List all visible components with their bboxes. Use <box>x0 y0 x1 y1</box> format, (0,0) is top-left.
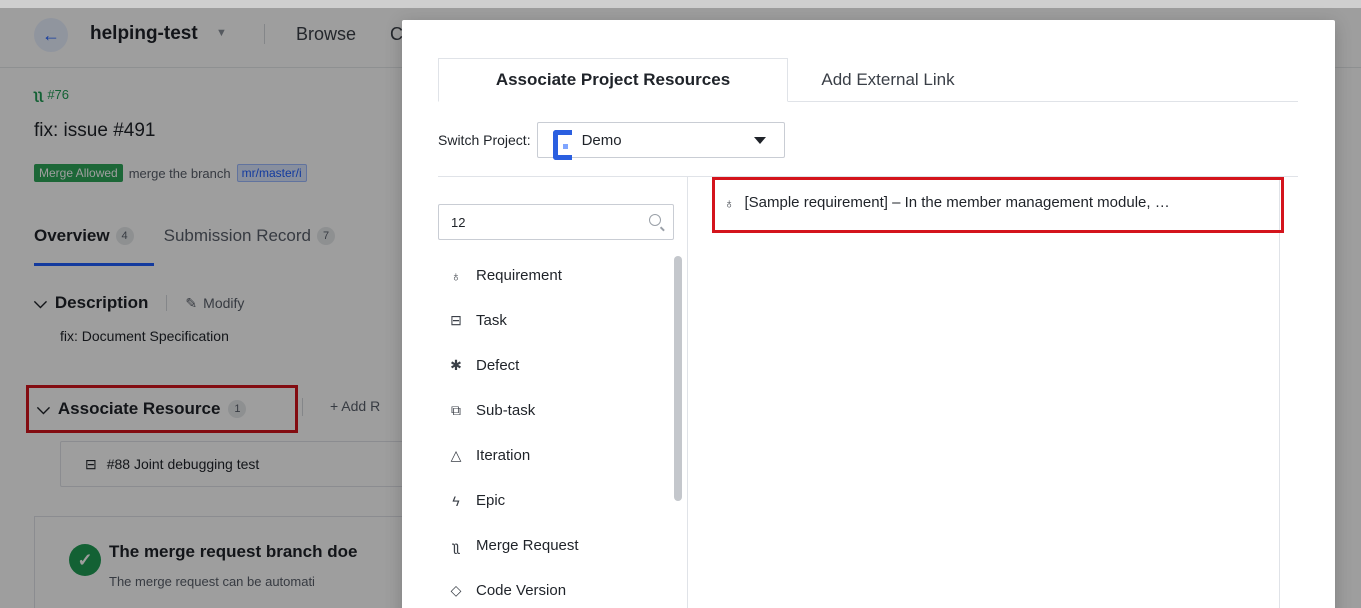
epic-icon: ϟ <box>452 492 460 509</box>
category-label: Code Version <box>476 582 567 599</box>
category-label: Merge Request <box>476 537 579 554</box>
project-select[interactable]: Demo <box>536 122 785 160</box>
bug-icon: ✱ <box>450 357 462 373</box>
search-value: 12 <box>451 214 466 230</box>
merge-request-icon: ʅʅ <box>452 537 460 554</box>
top-strip <box>0 0 1361 8</box>
switch-project-label: Switch Project: <box>438 132 531 148</box>
category-epic[interactable]: ϟ Epic <box>438 478 674 523</box>
task-icon: ⊟ <box>450 312 462 328</box>
category-label: Sub-task <box>476 402 536 419</box>
category-code-version[interactable]: ◇ Code Version <box>438 568 674 608</box>
subtask-icon: ⧉ <box>451 402 461 418</box>
dialog-body: 12 ♁ Requirement ⊟ Task ✱ Defect ⧉ Sub-t… <box>438 176 1298 608</box>
category-label: Requirement <box>476 267 562 284</box>
search-icon <box>649 214 661 226</box>
associate-resources-dialog: Associate Project Resources Add External… <box>402 20 1335 608</box>
tab-associate-project-resources[interactable]: Associate Project Resources <box>438 58 788 102</box>
dialog-tabs: Associate Project Resources Add External… <box>438 58 1298 102</box>
category-scrollbar[interactable] <box>674 253 682 608</box>
bulb-icon: ♁ <box>450 267 462 284</box>
project-logo-icon <box>550 129 572 160</box>
category-defect[interactable]: ✱ Defect <box>438 343 674 388</box>
category-pane: 12 ♁ Requirement ⊟ Task ✱ Defect ⧉ Sub-t… <box>438 177 688 608</box>
tag-icon: ◇ <box>450 582 462 598</box>
selected-project: Demo <box>581 131 622 149</box>
category-sub-task[interactable]: ⧉ Sub-task <box>438 388 674 433</box>
category-label: Epic <box>476 492 506 509</box>
category-task[interactable]: ⊟ Task <box>438 298 674 343</box>
result-item-text: [Sample requirement] – In the member man… <box>744 194 1170 211</box>
category-merge-request[interactable]: ʅʅ Merge Request <box>438 523 674 568</box>
bulb-icon: ♁ <box>724 194 735 211</box>
category-label: Iteration <box>476 447 531 464</box>
caret-down-icon <box>753 137 766 144</box>
search-input[interactable]: 12 <box>438 204 674 240</box>
category-label: Defect <box>476 357 520 374</box>
category-list: ♁ Requirement ⊟ Task ✱ Defect ⧉ Sub-task… <box>438 253 674 608</box>
scrollbar-thumb[interactable] <box>674 256 682 501</box>
category-requirement[interactable]: ♁ Requirement <box>438 253 674 298</box>
result-item[interactable]: ♁ [Sample requirement] – In the member m… <box>724 194 1170 211</box>
tab-add-external-link[interactable]: Add External Link <box>788 58 988 102</box>
switch-project-row: Switch Project: Demo <box>438 122 785 160</box>
category-iteration[interactable]: △ Iteration <box>438 433 674 478</box>
category-label: Task <box>476 312 507 329</box>
iteration-icon: △ <box>450 447 462 463</box>
results-pane: ♁ [Sample requirement] – In the member m… <box>688 177 1284 608</box>
